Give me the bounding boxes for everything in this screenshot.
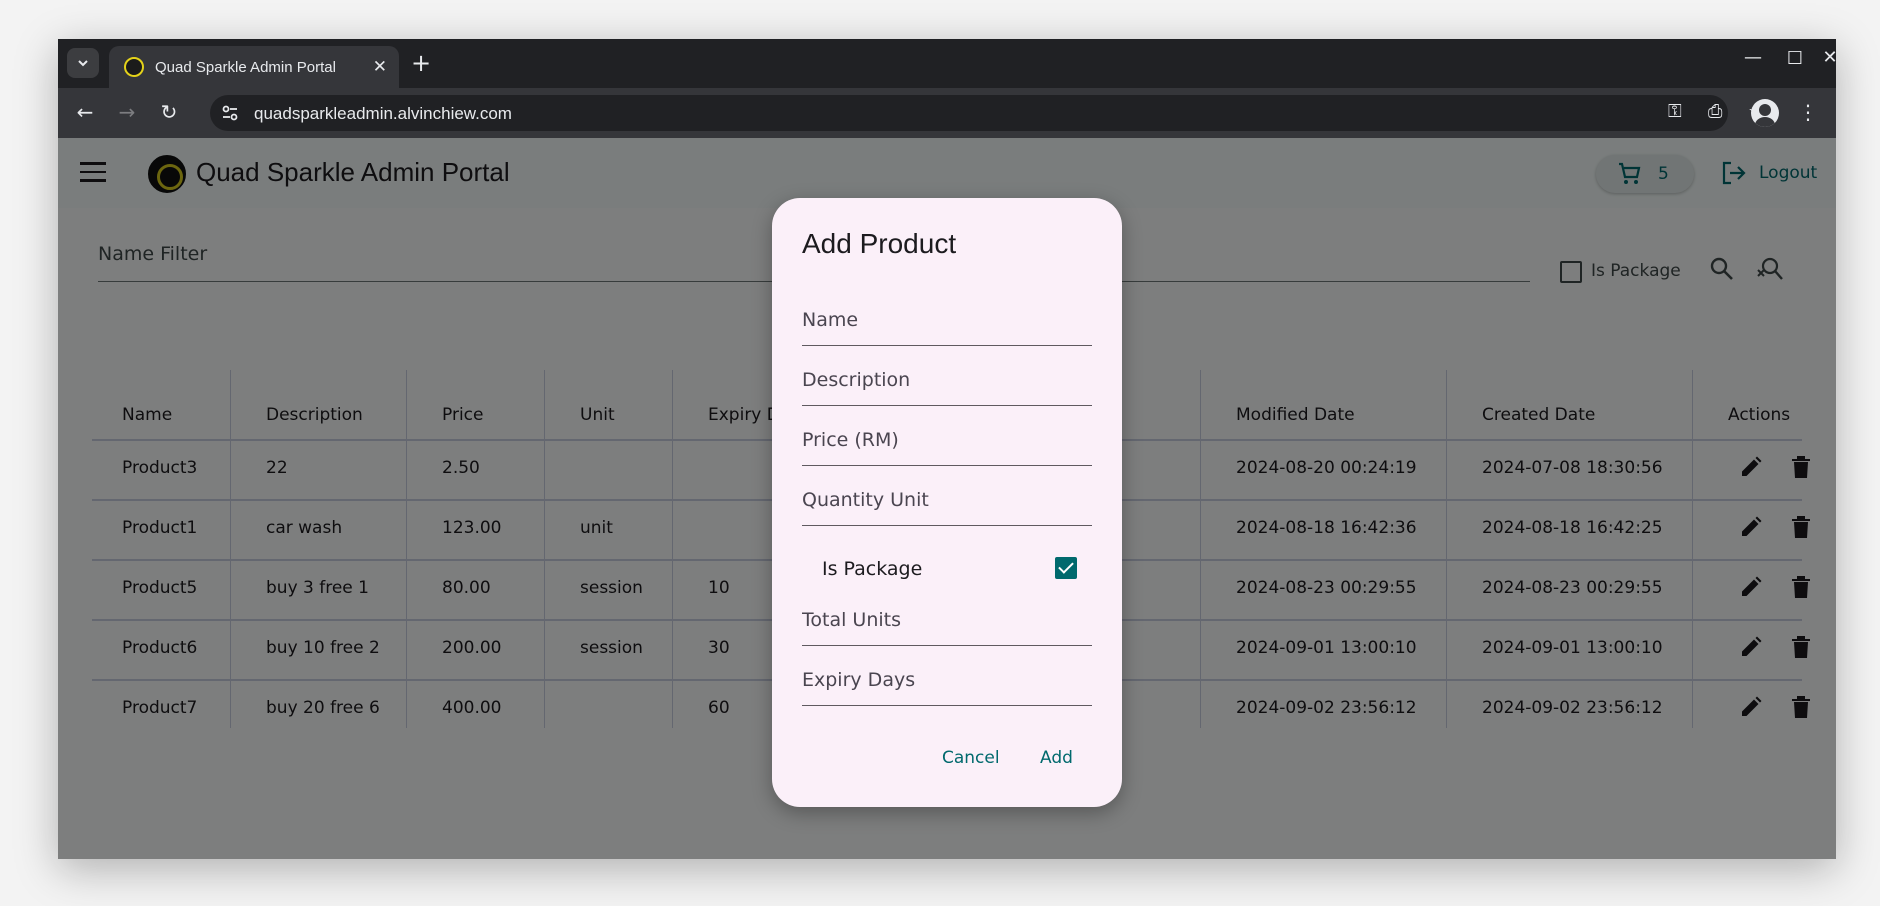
description-input[interactable]	[802, 346, 1092, 405]
add-product-dialog: Add Product Is Package Ca	[772, 198, 1122, 807]
chevron-down-icon	[78, 60, 88, 67]
browser-tab[interactable]: Quad Sparkle Admin Portal ✕	[109, 46, 399, 88]
expiry-days-input[interactable]	[802, 646, 1092, 705]
app-page: Quad Sparkle Admin Portal 5 Logout Is Pa…	[58, 138, 1836, 859]
price-input[interactable]	[802, 406, 1092, 465]
close-tab-icon[interactable]: ✕	[373, 57, 387, 77]
password-key-icon[interactable]: ⚿	[1668, 101, 1682, 122]
dialog-title: Add Product	[802, 228, 957, 259]
is-package-checkbox[interactable]	[1055, 557, 1077, 579]
site-settings-icon[interactable]	[220, 103, 240, 123]
is-package-row[interactable]: Is Package	[822, 555, 1077, 585]
expiry-days-field[interactable]	[802, 646, 1092, 706]
quantity-unit-input[interactable]	[802, 466, 1092, 525]
browser-menu-icon[interactable]: ⋮	[1798, 100, 1818, 124]
total-units-input[interactable]	[802, 586, 1092, 645]
total-units-field[interactable]	[802, 586, 1092, 646]
new-tab-icon[interactable]: +	[411, 49, 431, 77]
tab-strip: Quad Sparkle Admin Portal ✕ + — ☐ ✕	[58, 39, 1836, 88]
quantity-unit-field[interactable]	[802, 466, 1092, 526]
back-icon[interactable]: ←	[72, 100, 98, 124]
forward-icon[interactable]: →	[114, 100, 140, 124]
is-package-label: Is Package	[822, 558, 923, 580]
minimize-icon[interactable]: —	[1738, 47, 1768, 68]
add-button[interactable]: Add	[1040, 748, 1073, 768]
name-field[interactable]	[802, 286, 1092, 346]
url-text: quadsparkleadmin.alvinchiew.com	[254, 104, 512, 123]
browser-window: Quad Sparkle Admin Portal ✕ + — ☐ ✕ ← → …	[58, 39, 1836, 859]
close-window-icon[interactable]: ✕	[1815, 47, 1836, 68]
tab-search-button[interactable]	[67, 48, 99, 78]
price-field[interactable]	[802, 406, 1092, 466]
browser-toolbar: ← → ↻ quadsparkleadmin.alvinchiew.com ⚿ …	[58, 88, 1836, 138]
site-favicon-icon	[124, 57, 144, 77]
reload-icon[interactable]: ↻	[156, 100, 182, 124]
maximize-icon[interactable]: ☐	[1780, 48, 1810, 69]
install-app-icon[interactable]: ⎙	[1708, 101, 1722, 122]
description-field[interactable]	[802, 346, 1092, 406]
address-bar[interactable]: quadsparkleadmin.alvinchiew.com ⚿ ⎙ ☆	[210, 95, 1764, 131]
profile-avatar-icon[interactable]	[1751, 99, 1779, 127]
cancel-button[interactable]: Cancel	[942, 748, 1000, 768]
browser-tab-title: Quad Sparkle Admin Portal	[155, 58, 336, 76]
name-input[interactable]	[802, 286, 1092, 345]
